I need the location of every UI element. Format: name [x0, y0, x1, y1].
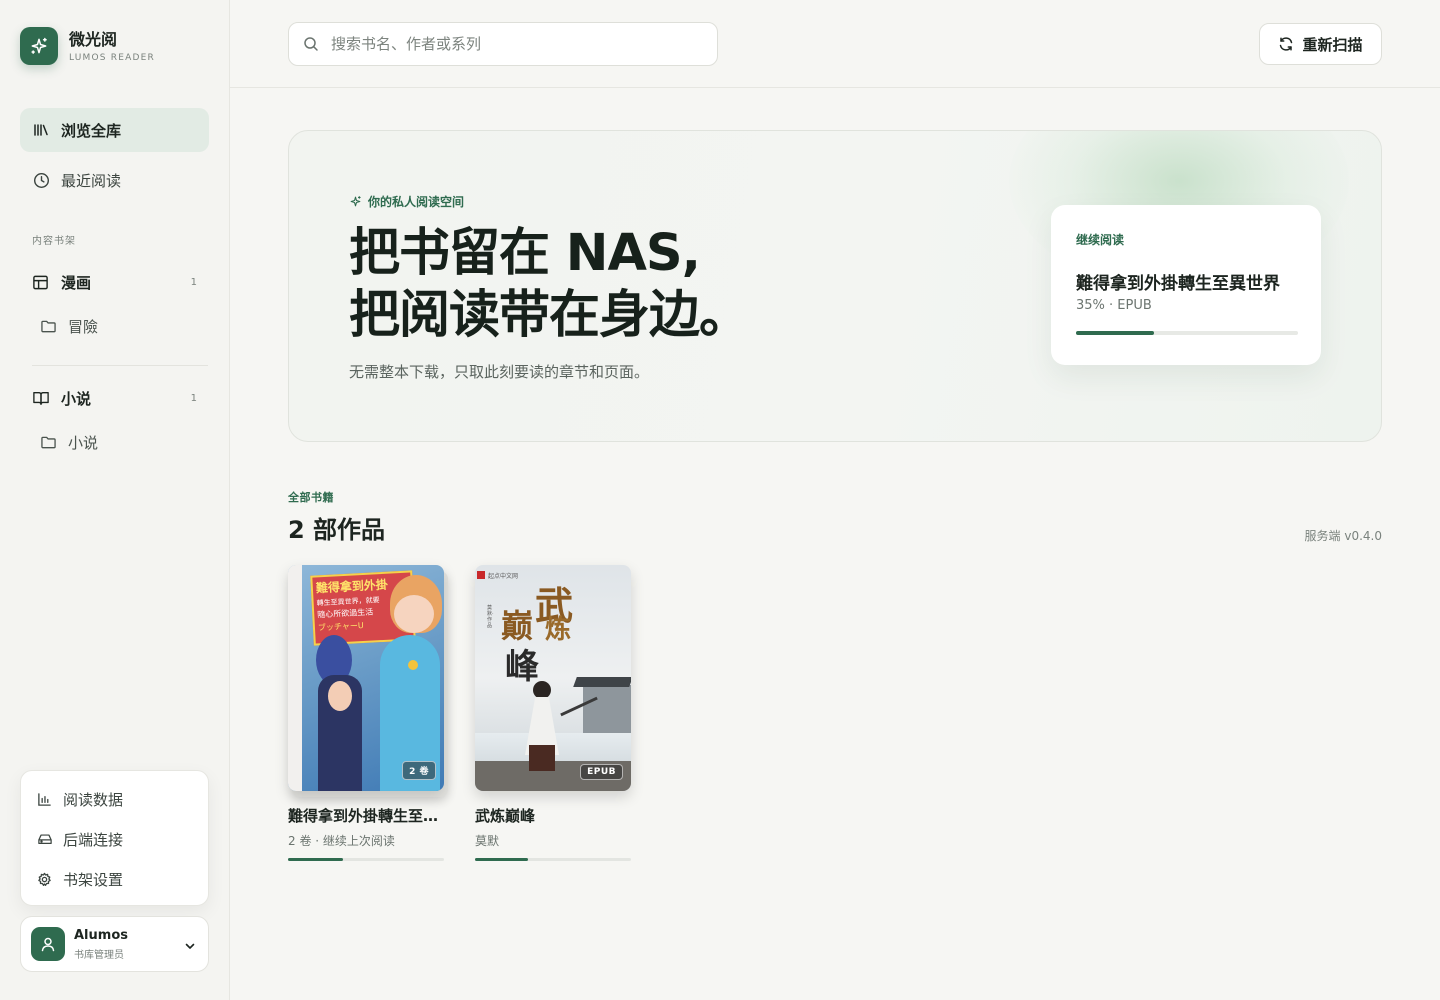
book-title: 難得拿到外掛轉生至異世界	[288, 807, 444, 825]
folder-item-adventure[interactable]: 冒險	[40, 310, 200, 342]
shelf-novels[interactable]: 小说 1	[20, 380, 209, 416]
book-meta: 2 卷 · 继续上次阅读	[288, 834, 395, 848]
book-progress-fill	[475, 858, 529, 861]
cover-text: 峰	[505, 647, 539, 687]
folder-icon	[40, 317, 58, 335]
continue-reading-label: 继续阅读	[1076, 233, 1125, 247]
figure-legs	[529, 745, 555, 771]
hero-banner: 你的私人阅读空间 把书留在 NAS, 把阅读带在身边。 无需整本下载，只取此刻要…	[288, 130, 1382, 442]
volume-badge: 2 卷	[402, 761, 436, 780]
book-card[interactable]: 起点中文网 莫默·作品 武 炼 巅 峰 EPUB 武炼巅峰 莫默	[475, 565, 631, 861]
nav-recent-reading[interactable]: 最近阅读	[20, 158, 209, 202]
sidebar-section-label: 内容书架	[32, 236, 76, 247]
cover-author-vertical: 莫默·作品	[487, 605, 494, 629]
search-box[interactable]	[288, 22, 718, 66]
brand[interactable]: 微光阅 LUMOS READER	[20, 27, 155, 65]
sparkle-icon	[349, 195, 362, 208]
folder-icon	[40, 433, 58, 451]
publisher-mark-icon	[477, 571, 485, 579]
hard-drive-icon	[37, 831, 53, 847]
nav-browse-library[interactable]: 浏览全库	[20, 108, 209, 152]
folder-item-novels[interactable]: 小说	[40, 426, 200, 458]
character-pendant	[408, 660, 418, 670]
rescan-label: 重新扫描	[1302, 35, 1363, 54]
hero-title-line-2: 把阅读带在身边。	[349, 286, 750, 345]
shelf-comics[interactable]: 漫画 1	[20, 264, 209, 300]
top-bar: 重新扫描	[230, 0, 1440, 88]
book-open-icon	[32, 389, 50, 407]
continue-reading-meta: 35% · EPUB	[1076, 298, 1152, 313]
cover-roof	[573, 677, 631, 687]
folder-label: 冒險	[68, 317, 99, 336]
cover-text: 炼	[545, 615, 572, 645]
continue-reading-progress-bar	[1076, 331, 1298, 335]
menu-shelf-settings[interactable]: 书架设置	[21, 859, 208, 899]
search-input[interactable]	[331, 35, 711, 53]
nav-label: 浏览全库	[61, 121, 122, 140]
shelf-count: 1	[190, 392, 197, 404]
book-cover-novel[interactable]: 起点中文网 莫默·作品 武 炼 巅 峰 EPUB	[475, 565, 631, 791]
book-progress-bar	[288, 858, 444, 861]
cover-spine	[288, 565, 302, 791]
chevron-down-icon	[184, 937, 196, 956]
hero-description: 无需整本下载，只取此刻要读的章节和页面。	[349, 363, 650, 381]
rescan-button[interactable]: 重新扫描	[1259, 23, 1382, 65]
hero-eyebrow: 你的私人阅读空间	[349, 193, 464, 210]
continue-reading-title: 難得拿到外掛轉生至異世界	[1076, 274, 1280, 294]
book-meta: 莫默	[475, 834, 500, 848]
figure-head	[533, 681, 551, 699]
user-avatar-icon	[31, 927, 65, 961]
user-account-switcher[interactable]: Alumos 书库管理员	[20, 916, 209, 972]
book-cover-manga[interactable]: 難得拿到外掛 轉生至異世界，就要 隨心所欲過生活 ブッチャーU 2 卷	[288, 565, 444, 791]
brand-title: 微光阅	[69, 29, 118, 49]
book-progress-bar	[475, 858, 631, 861]
layout-icon	[32, 273, 50, 291]
character-face	[394, 595, 434, 633]
search-icon	[303, 36, 319, 52]
server-version: 服务端 v0.4.0	[1304, 529, 1382, 543]
brand-subtitle: LUMOS READER	[69, 52, 155, 63]
format-badge: EPUB	[580, 764, 623, 780]
book-card[interactable]: 難得拿到外掛 轉生至異世界，就要 隨心所欲過生活 ブッチャーU 2 卷 難得拿到…	[288, 565, 448, 861]
continue-reading-progress-fill	[1076, 331, 1154, 335]
hero-title-line-1: 把书留在 NAS,	[349, 224, 701, 283]
sidebar-menu: 阅读数据 后端连接 书架设置	[20, 770, 209, 906]
library-title: 2 部作品	[288, 516, 386, 544]
shelf-label: 漫画	[61, 273, 92, 292]
menu-reading-stats[interactable]: 阅读数据	[21, 779, 208, 819]
book-progress-fill	[288, 858, 343, 861]
continue-reading-card[interactable]: 继续阅读 難得拿到外掛轉生至異世界 35% · EPUB	[1051, 205, 1321, 365]
shelf-count: 1	[190, 276, 197, 288]
folder-label: 小说	[68, 433, 99, 452]
cover-publisher: 起点中文网	[488, 572, 519, 580]
shelf-label: 小说	[61, 389, 92, 408]
user-name: Alumos	[74, 927, 128, 943]
hero-eyebrow-label: 你的私人阅读空间	[368, 195, 465, 209]
user-role: 书库管理员	[74, 949, 124, 961]
hero-title: 把书留在 NAS, 把阅读带在身边。	[349, 223, 750, 347]
library-icon	[32, 121, 50, 139]
sparkle-logo-icon	[20, 27, 58, 65]
character-skin	[328, 681, 352, 711]
menu-label: 书架设置	[63, 870, 124, 889]
sidebar: 微光阅 LUMOS READER 浏览全库 最近阅读 内容书架 漫画 1 冒險 …	[0, 0, 230, 1000]
menu-label: 后端连接	[63, 830, 124, 849]
gear-icon	[37, 871, 53, 887]
menu-label: 阅读数据	[63, 790, 124, 809]
library-eyebrow: 全部书籍	[288, 491, 334, 504]
menu-backend-connection[interactable]: 后端连接	[21, 819, 208, 859]
book-title: 武炼巅峰	[475, 807, 536, 825]
sidebar-divider	[32, 365, 208, 366]
refresh-icon	[1278, 36, 1294, 52]
cover-publisher-logo: 起点中文网	[475, 570, 518, 580]
nav-label: 最近阅读	[61, 171, 122, 190]
clock-icon	[32, 171, 50, 189]
bar-chart-icon	[37, 791, 53, 807]
